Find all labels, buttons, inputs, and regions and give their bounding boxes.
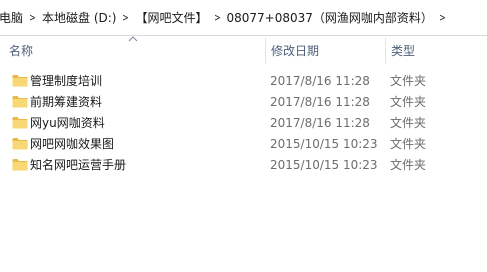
file-name-cell: 知名网吧运营手册 [0, 156, 265, 173]
folder-icon [12, 159, 28, 171]
file-row[interactable]: 管理制度培训 2017/8/16 11:28 文件夹 [0, 70, 487, 91]
column-header-name[interactable]: 名称 [0, 36, 265, 64]
sort-ascending-icon [128, 36, 138, 42]
column-header-name-label: 名称 [9, 44, 34, 58]
breadcrumb-item-computer[interactable]: 电脑 [0, 7, 26, 29]
folder-icon [12, 138, 28, 150]
file-row[interactable]: 知名网吧运营手册 2015/10/15 10:23 文件夹 [0, 154, 487, 175]
file-list: 管理制度培训 2017/8/16 11:28 文件夹 前期筹建资料 2017/8… [0, 70, 487, 175]
file-explorer: 电脑 > 本地磁盘 (D:) > 【网吧文件】 > 08077+08037（网渔… [0, 0, 487, 272]
chevron-right-icon[interactable]: > [121, 11, 130, 24]
file-name-cell: 网吧网咖效果图 [0, 135, 265, 152]
column-header-type[interactable]: 类型 [385, 37, 487, 64]
folder-icon [12, 117, 28, 129]
file-type: 文件夹 [390, 74, 427, 88]
file-type: 文件夹 [390, 116, 427, 130]
file-name-cell: 网yu网咖资料 [0, 114, 265, 131]
file-name: 网yu网咖资料 [30, 116, 105, 130]
chevron-right-icon[interactable]: > [438, 11, 447, 24]
column-header-type-label: 类型 [391, 44, 416, 58]
file-row[interactable]: 网吧网咖效果图 2015/10/15 10:23 文件夹 [0, 133, 487, 154]
breadcrumb-item-current-folder[interactable]: 08077+08037（网渔网咖内部资料） [224, 7, 436, 29]
file-date: 2017/8/16 11:28 [270, 115, 370, 130]
column-header-date-label: 修改日期 [271, 44, 320, 58]
file-name: 知名网吧运营手册 [30, 158, 127, 172]
file-name-cell: 管理制度培训 [0, 72, 265, 89]
file-type: 文件夹 [390, 158, 427, 172]
file-name: 网吧网咖效果图 [30, 137, 115, 151]
file-type: 文件夹 [390, 95, 427, 109]
file-date: 2015/10/15 10:23 [270, 157, 378, 172]
file-row[interactable]: 前期筹建资料 2017/8/16 11:28 文件夹 [0, 91, 487, 112]
file-date: 2017/8/16 11:28 [270, 73, 370, 88]
column-header: 名称 修改日期 类型 [0, 36, 487, 64]
chevron-right-icon[interactable]: > [28, 11, 37, 24]
folder-icon [12, 96, 28, 108]
file-row[interactable]: 网yu网咖资料 2017/8/16 11:28 文件夹 [0, 112, 487, 133]
file-name: 管理制度培训 [30, 74, 103, 88]
breadcrumb-item-netcafe-files[interactable]: 【网吧文件】 [132, 7, 210, 29]
address-bar[interactable]: 电脑 > 本地磁盘 (D:) > 【网吧文件】 > 08077+08037（网渔… [0, 0, 487, 36]
file-name-cell: 前期筹建资料 [0, 93, 265, 110]
file-date: 2015/10/15 10:23 [270, 136, 378, 151]
column-header-date[interactable]: 修改日期 [265, 37, 385, 64]
file-type: 文件夹 [390, 137, 427, 151]
file-date: 2017/8/16 11:28 [270, 94, 370, 109]
file-name: 前期筹建资料 [30, 95, 103, 109]
chevron-right-icon[interactable]: > [212, 11, 221, 24]
breadcrumb-item-drive-d[interactable]: 本地磁盘 (D:) [39, 7, 119, 29]
folder-icon [12, 75, 28, 87]
